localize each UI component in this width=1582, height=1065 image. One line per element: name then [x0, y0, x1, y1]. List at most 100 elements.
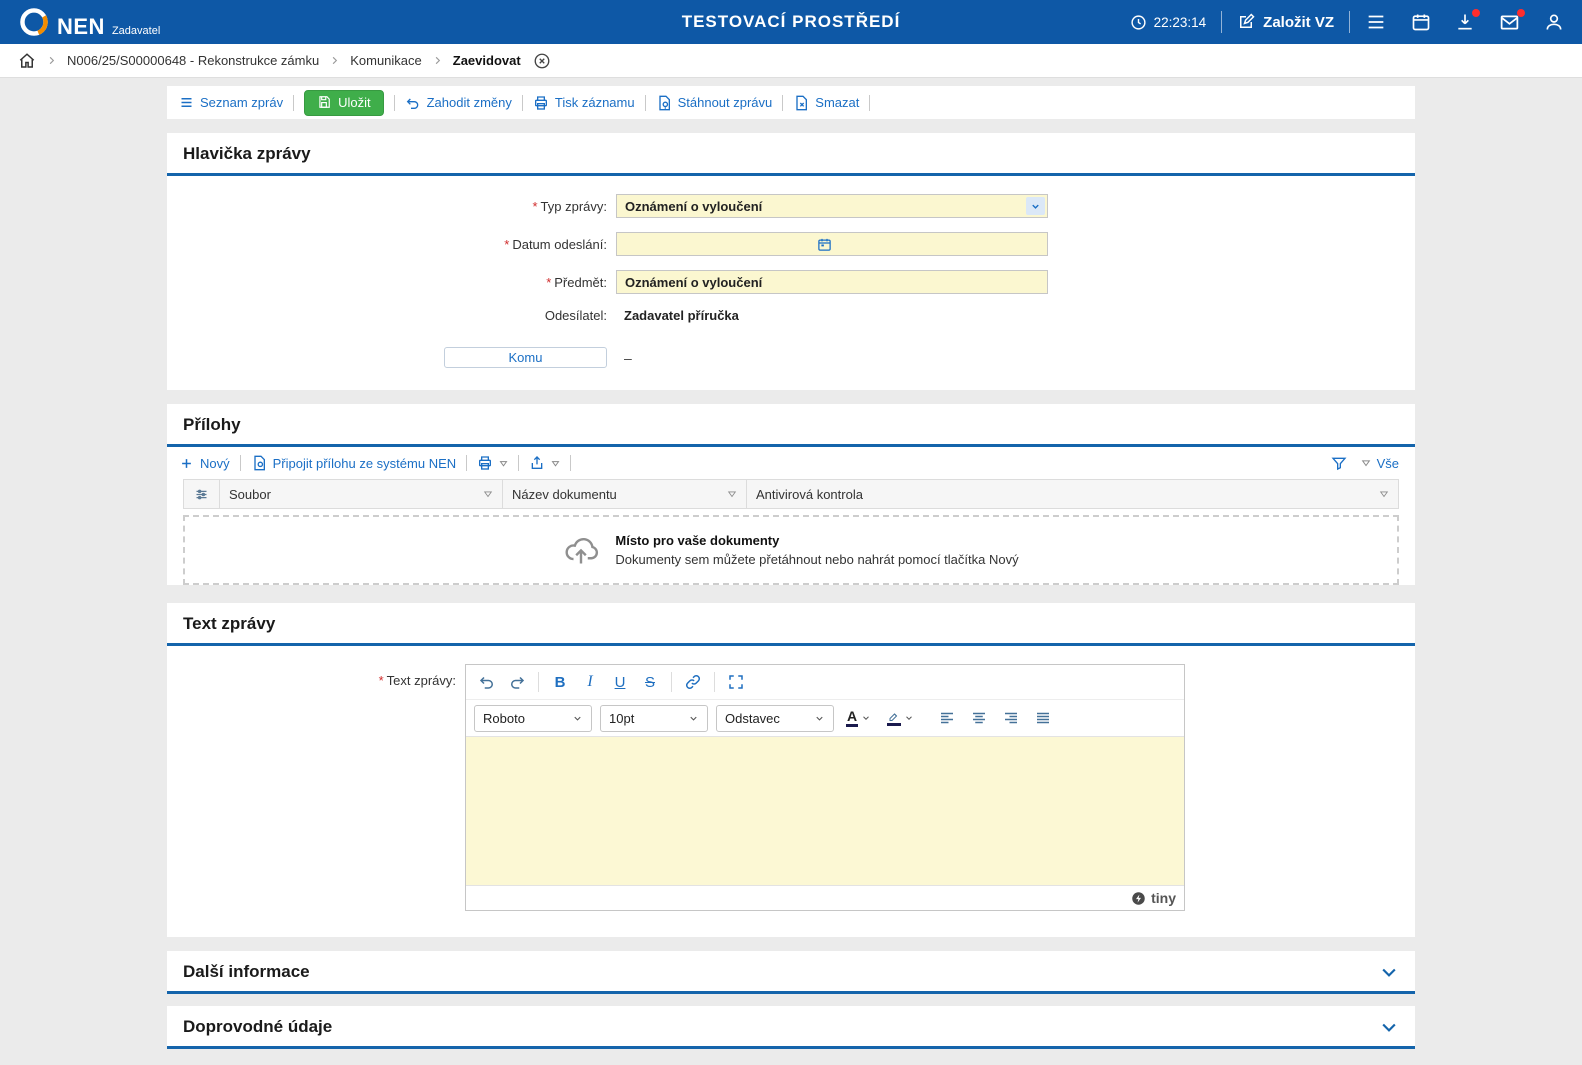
align-justify-icon[interactable]: [1030, 704, 1056, 732]
bold-button[interactable]: B: [545, 668, 575, 696]
menu-icon[interactable]: [1365, 11, 1387, 33]
share-icon: [529, 455, 545, 471]
align-left-icon[interactable]: [934, 704, 960, 732]
topbar: NEN Zadavatel TESTOVACÍ PROSTŘEDÍ 22:23:…: [0, 0, 1582, 44]
link-icon[interactable]: [678, 668, 708, 696]
filter-caret-icon[interactable]: [483, 489, 493, 499]
separator: [240, 455, 241, 471]
recipient-value: –: [616, 350, 632, 366]
undo-icon[interactable]: [472, 668, 502, 696]
rich-text-editor: B I U S: [465, 664, 1185, 911]
new-attachment-button[interactable]: Nový: [179, 456, 230, 471]
separator: [1221, 11, 1222, 33]
clock-time: 22:23:14: [1154, 15, 1207, 30]
align-center-icon[interactable]: [966, 704, 992, 732]
tiny-logo-icon[interactable]: [1131, 891, 1146, 906]
filter-caret-icon[interactable]: [727, 489, 737, 499]
column-header-nazev[interactable]: Název dokumentu: [503, 480, 747, 508]
calendar-picker-icon[interactable]: [817, 237, 832, 252]
print-grid-button[interactable]: [477, 455, 508, 471]
mail-icon[interactable]: [1499, 12, 1520, 33]
attachments-table-header: Soubor Název dokumentu Antivirová kontro…: [183, 479, 1399, 509]
message-text-label: *Text zprávy:: [183, 664, 456, 688]
separator: [394, 95, 395, 111]
font-size-select[interactable]: 10pt: [600, 705, 708, 732]
recipient-button[interactable]: Komu: [444, 347, 607, 368]
separator: [293, 95, 294, 111]
breadcrumb-item-procedure[interactable]: N006/25/S00000648 - Rekonstrukce zámku: [67, 53, 319, 68]
attachments-toolbar: Nový Připojit přílohu ze systému NEN: [167, 447, 1415, 479]
strikethrough-button[interactable]: S: [635, 668, 665, 696]
chevron-down-icon[interactable]: [1379, 962, 1399, 982]
section-title: Text zprávy: [183, 614, 275, 634]
document-dropzone[interactable]: Místo pro vaše dokumenty Dokumenty sem m…: [183, 515, 1399, 585]
delete-button[interactable]: Smazat: [793, 95, 859, 111]
separator: [570, 455, 571, 471]
separator: [518, 455, 519, 471]
italic-button[interactable]: I: [575, 668, 605, 696]
section-divider: [167, 1046, 1415, 1049]
editor-toolbar-row2: Roboto 10pt Odstavec: [466, 700, 1184, 737]
underline-button[interactable]: U: [605, 668, 635, 696]
subject-input[interactable]: Oznámení o vyloučení: [616, 270, 1048, 294]
notification-badge: [1472, 9, 1480, 17]
column-settings-icon[interactable]: [184, 480, 220, 508]
separator: [1349, 11, 1350, 33]
filter-all-dropdown[interactable]: Vše: [1361, 456, 1399, 471]
brand[interactable]: NEN Zadavatel: [18, 6, 160, 38]
fullscreen-icon[interactable]: [721, 668, 751, 696]
attach-from-nen-button[interactable]: Připojit přílohu ze systému NEN: [251, 455, 457, 471]
create-vz-button[interactable]: Založit VZ: [1237, 13, 1334, 31]
redo-icon[interactable]: [502, 668, 532, 696]
separator: [671, 672, 672, 692]
block-format-select[interactable]: Odstavec: [716, 705, 834, 732]
chevron-down-icon: [688, 713, 699, 724]
subject-label: *Předmět:: [183, 275, 607, 290]
print-record-button[interactable]: Tisk záznamu: [533, 95, 635, 111]
chevron-down-icon: [861, 713, 871, 723]
breadcrumb-item-komunikace[interactable]: Komunikace: [350, 53, 422, 68]
more-info-section[interactable]: Další informace: [167, 951, 1415, 994]
chevron-down-icon: [904, 713, 914, 723]
export-button[interactable]: [529, 455, 560, 471]
calendar-icon[interactable]: [1411, 12, 1431, 32]
column-header-soubor[interactable]: Soubor: [220, 480, 503, 508]
printer-icon: [477, 455, 493, 471]
downloads-icon[interactable]: [1455, 12, 1475, 32]
discard-changes-button[interactable]: Zahodit změny: [405, 95, 512, 111]
close-icon[interactable]: [533, 52, 551, 70]
clock: 22:23:14: [1130, 14, 1207, 31]
filter-icon[interactable]: [1331, 455, 1347, 471]
message-type-select[interactable]: Oznámení o vyloučení: [616, 194, 1048, 218]
separator: [522, 95, 523, 111]
font-family-select[interactable]: Roboto: [474, 705, 592, 732]
separator: [714, 672, 715, 692]
chevron-down-icon[interactable]: [1379, 1017, 1399, 1037]
send-date-label: *Datum odeslání:: [183, 237, 607, 252]
breadcrumb: N006/25/S00000648 - Rekonstrukce zámku K…: [0, 44, 1582, 78]
align-right-icon[interactable]: [998, 704, 1024, 732]
editor-toolbar-row1: B I U S: [466, 665, 1184, 700]
user-icon[interactable]: [1544, 12, 1564, 32]
highlight-color-button[interactable]: [883, 705, 918, 732]
text-color-button[interactable]: A: [842, 705, 875, 732]
message-list-button[interactable]: Seznam zpráv: [179, 95, 283, 110]
cloud-upload-icon: [563, 532, 599, 568]
section-title: Další informace: [183, 962, 310, 982]
caret-down-icon: [1361, 458, 1371, 468]
brand-subtitle: Zadavatel: [112, 26, 160, 37]
save-icon: [317, 95, 331, 109]
home-icon[interactable]: [18, 52, 36, 70]
chevron-right-icon: [46, 55, 57, 66]
download-message-button[interactable]: Stáhnout zprávu: [656, 95, 773, 111]
column-header-antivirus[interactable]: Antivirová kontrola: [747, 480, 1398, 508]
send-date-input[interactable]: [616, 232, 1048, 256]
filter-caret-icon[interactable]: [1379, 489, 1389, 499]
save-button[interactable]: Uložit: [304, 90, 384, 116]
chevron-down-icon[interactable]: [1026, 197, 1045, 215]
section-title: Hlavička zprávy: [183, 144, 311, 164]
message-text-input[interactable]: [466, 737, 1184, 885]
tiny-brand[interactable]: tiny: [1151, 890, 1176, 906]
accompanying-data-section[interactable]: Doprovodné údaje: [167, 1006, 1415, 1049]
section-title: Přílohy: [183, 415, 241, 435]
